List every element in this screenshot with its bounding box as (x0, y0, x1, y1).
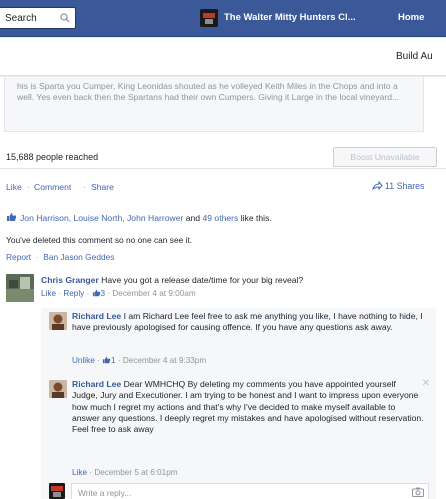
commenter-photo (6, 274, 34, 302)
post-excerpt[interactable]: his is Sparta you Cumper, King Leonidas … (4, 77, 424, 132)
post-actions: Like · Comment · Share 11 Shares (0, 175, 446, 195)
page-subbar: Build Au (0, 38, 446, 76)
reply-time[interactable]: December 4 at 9:33pm (123, 356, 206, 365)
comment: Chris Granger Have you got a release dat… (0, 273, 446, 305)
like-link[interactable]: Like (6, 182, 22, 192)
page-avatar-small (49, 483, 65, 499)
reply-meta: Unlike · 1 · December 4 at 9:33pm (72, 356, 206, 365)
comment-author[interactable]: Chris Granger (41, 275, 99, 285)
top-navigation-bar: Search The Walter Mitty Hunters Cl... Ho… (0, 0, 446, 37)
action-separator: · (83, 182, 86, 192)
replies-thread: ✕ Richard Lee I am Richard Lee feel free… (41, 308, 436, 499)
page-logo-icon (200, 9, 218, 27)
comment-text: Chris Granger Have you got a release dat… (41, 275, 436, 286)
report-link[interactable]: Report (6, 252, 31, 262)
page-name-link[interactable]: The Walter Mitty Hunters Cl... (224, 12, 356, 23)
reply-author[interactable]: Richard Lee (72, 379, 121, 389)
reply: Richard Lee Dear WMHCHQ By deleting my c… (41, 376, 436, 480)
build-audience-link[interactable]: Build Au (396, 51, 433, 62)
page-avatar[interactable] (200, 9, 218, 27)
reply-unlike-link[interactable]: Unlike (72, 356, 95, 365)
people-reached: 15,688 people reached (6, 152, 99, 162)
comment-like-count[interactable]: 3 (92, 289, 105, 298)
reply-time[interactable]: December 5 at 6:01pm (94, 468, 177, 477)
replier-photo (49, 380, 67, 398)
reply-author[interactable]: Richard Lee (72, 311, 121, 321)
comment-like-link[interactable]: Like (41, 289, 56, 298)
reply-like-count[interactable]: 1 (102, 356, 116, 365)
search-input[interactable]: Search (0, 7, 76, 29)
avatar[interactable] (49, 312, 67, 330)
likes-suffix: like this. (238, 213, 272, 223)
shares-label: 11 Shares (385, 181, 425, 191)
meta-separator: · (94, 356, 103, 365)
comment-time[interactable]: December 4 at 9:00am (112, 289, 195, 298)
page-logo-icon (49, 483, 65, 499)
meta-separator: · (84, 289, 92, 298)
boost-unavailable-button[interactable]: Boost Unavailable (333, 147, 437, 167)
comment-meta: Like · Reply · 3 · December 4 at 9:00am (41, 289, 196, 298)
thumbs-up-icon (102, 356, 111, 364)
likers-names[interactable]: Jon Harrison, Louise North, John Harrowe… (20, 213, 183, 223)
likes-and: and (183, 213, 203, 223)
reply-body: Dear WMHCHQ By deleting my comments you … (72, 379, 424, 435)
share-link[interactable]: Share (91, 182, 114, 192)
avatar[interactable] (49, 380, 67, 398)
share-arrow-icon (372, 180, 383, 191)
reply-body: I am Richard Lee feel free to ask me any… (72, 311, 423, 333)
reply-text: Richard Lee Dear WMHCHQ By deleting my c… (72, 379, 424, 435)
comment-link[interactable]: Comment (34, 182, 71, 192)
reply-meta: Like · December 5 at 6:01pm (72, 468, 178, 477)
write-reply-input[interactable]: Write a reply... (71, 483, 429, 499)
reply: Richard Lee I am Richard Lee feel free t… (41, 308, 436, 368)
avatar[interactable] (6, 274, 34, 302)
likes-summary: Jon Harrison, Louise North, John Harrowe… (6, 212, 436, 223)
likes-others-link[interactable]: 49 others (202, 213, 238, 223)
ban-user-link[interactable]: Ban Jason Geddes (43, 252, 114, 262)
post-card: his is Sparta you Cumper, King Leonidas … (0, 77, 446, 499)
moderation-separator: · (33, 252, 41, 262)
reply-like-link[interactable]: Like (72, 468, 87, 477)
search-icon[interactable] (60, 13, 70, 23)
comment-body: Have you got a release date/time for you… (98, 275, 304, 285)
comment-reply-link[interactable]: Reply (63, 289, 84, 298)
shares-count[interactable]: 11 Shares (372, 180, 425, 191)
deleted-comment-notice: You've deleted this comment so no one ca… (6, 235, 193, 245)
action-separator: · (27, 182, 30, 192)
reply-text: Richard Lee I am Richard Lee feel free t… (72, 311, 424, 334)
search-input-value: Search (5, 13, 37, 24)
camera-icon[interactable] (412, 487, 424, 497)
reach-row: 15,688 people reached Boost Unavailable (0, 143, 446, 169)
thumbs-up-icon (7, 213, 17, 221)
reply-placeholder: Write a reply... (78, 488, 132, 498)
thumbs-up-icon (92, 289, 100, 297)
meta-separator: · (115, 356, 123, 365)
home-link[interactable]: Home (398, 12, 424, 23)
replier-photo (49, 312, 67, 330)
moderation-links: Report · Ban Jason Geddes (6, 252, 115, 262)
